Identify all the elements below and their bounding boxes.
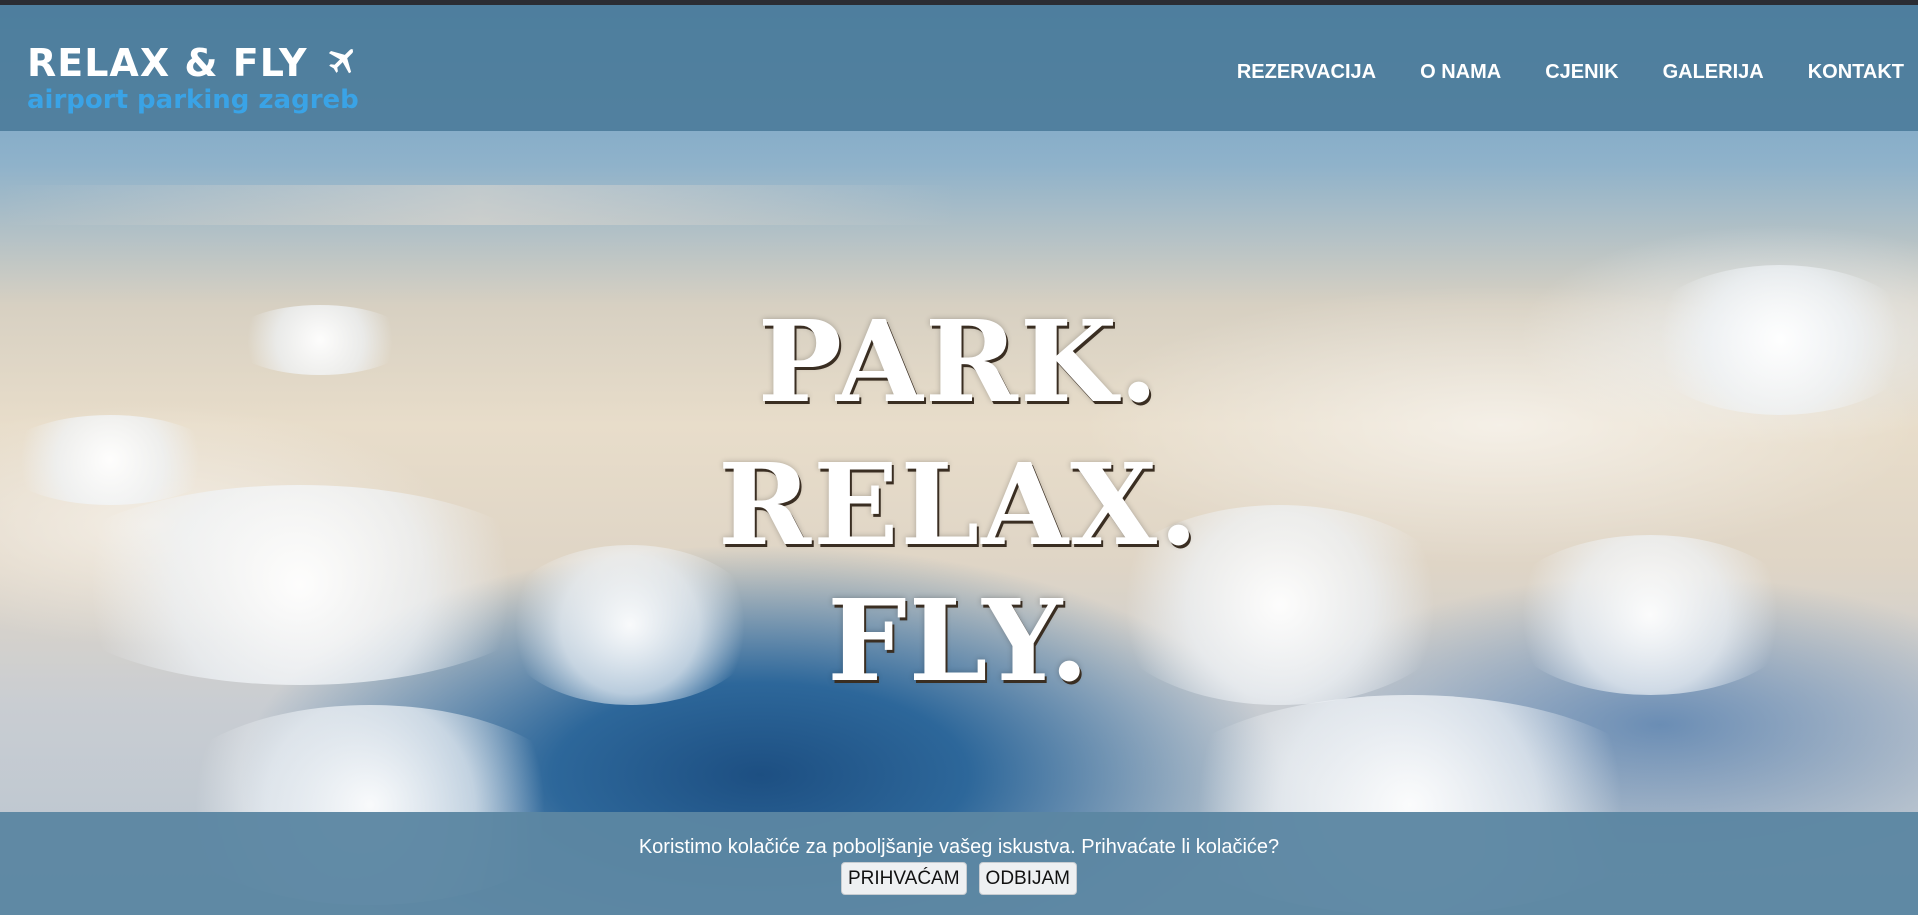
reject-cookies-button[interactable]: ODBIJAM [978, 862, 1077, 895]
logo-title: RELAX & FLY [27, 41, 308, 85]
cookie-message: Koristimo kolačiće za poboljšanje vašeg … [638, 836, 1280, 858]
logo[interactable]: RELAX & FLY [27, 41, 358, 85]
hero-headline-park: PARK. [757, 297, 1161, 428]
nav-item-galerija[interactable]: GALERIJA [1663, 61, 1764, 84]
cookie-button-group: PRIHVAĆAM ODBIJAM [0, 862, 1918, 895]
accept-cookies-button[interactable]: PRIHVAĆAM [840, 862, 967, 895]
site-header: RELAX & FLY airport parking zagreb REZER… [0, 5, 1918, 131]
logo-subtitle: airport parking zagreb [27, 85, 359, 115]
hero-headline-relax: RELAX. [718, 440, 1200, 571]
nav-item-kontakt[interactable]: KONTAKT [1808, 61, 1904, 84]
nav-item-o-nama[interactable]: O NAMA [1420, 61, 1501, 84]
nav-item-rezervacija[interactable]: REZERVACIJA [1237, 61, 1376, 84]
cookie-consent-bar: Koristimo kolačiće za poboljšanje vašeg … [0, 812, 1918, 915]
nav-item-cjenik[interactable]: CJENIK [1545, 61, 1618, 84]
main-nav: REZERVACIJA O NAMA CJENIK GALERIJA KONTA… [1237, 61, 1918, 84]
hero-headline-fly: FLY. [827, 576, 1091, 707]
airplane-icon [322, 45, 358, 81]
